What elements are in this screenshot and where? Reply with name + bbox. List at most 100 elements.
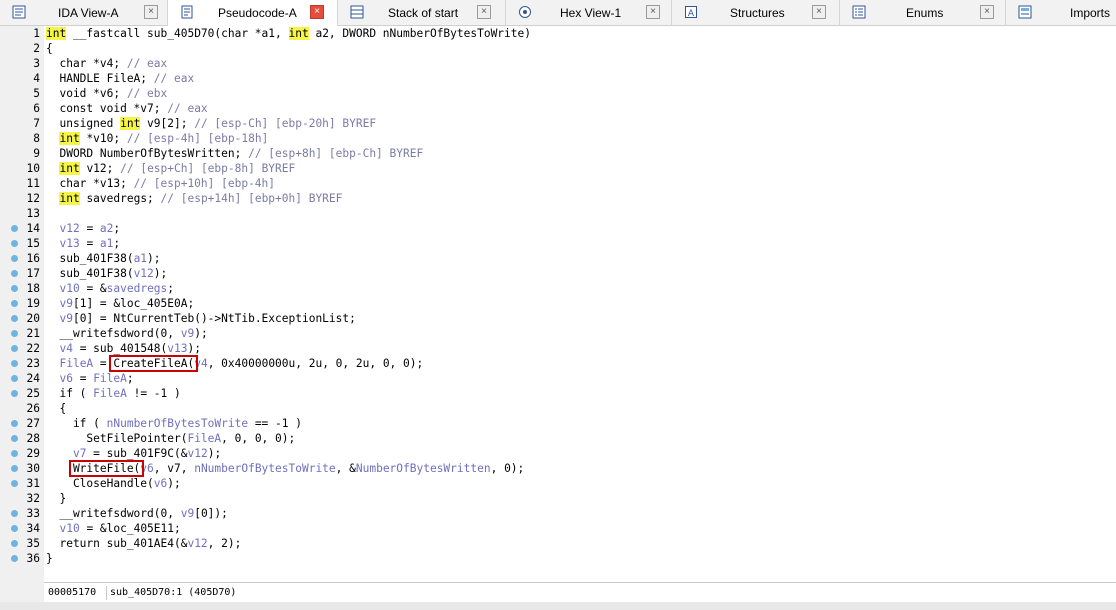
tab-enums[interactable]: Enums × [840,0,1006,26]
code-line[interactable]: 21 __writefsdword(0, v9); [0,326,1116,341]
code-text[interactable]: const void *v7; // eax [46,101,207,116]
code-text[interactable]: unsigned int v9[2]; // [esp-Ch] [ebp-20h… [46,116,376,131]
code-text[interactable]: v9[1] = &loc_405E0A; [46,296,194,311]
tab-structures[interactable]: A Structures × [672,0,840,26]
code-line[interactable]: 34 v10 = &loc_405E11; [0,521,1116,536]
close-tab-icon[interactable]: × [980,5,994,19]
code-line[interactable]: 20 v9[0] = NtCurrentTeb()->NtTib.Excepti… [0,311,1116,326]
code-line[interactable]: 28 SetFilePointer(FileA, 0, 0, 0); [0,431,1116,446]
code-text[interactable]: } [46,551,53,566]
tab-hex-view-1[interactable]: Hex View-1 × [506,0,672,26]
code-text[interactable]: __writefsdword(0, v9); [46,326,207,341]
breakpoint-dot-icon[interactable] [11,375,18,382]
code-text[interactable]: DWORD NumberOfBytesWritten; // [esp+8h] … [46,146,423,161]
code-line[interactable]: 29 v7 = sub_401F9C(&v12); [0,446,1116,461]
code-line[interactable]: 10 int v12; // [esp+Ch] [ebp-8h] BYREF [0,161,1116,176]
code-text[interactable]: if ( FileA != -1 ) [46,386,180,401]
close-tab-icon[interactable]: × [477,5,491,19]
code-line[interactable]: 11 char *v13; // [esp+10h] [ebp-4h] [0,176,1116,191]
code-line[interactable]: 32 } [0,491,1116,506]
close-tab-icon[interactable]: × [144,5,158,19]
code-line[interactable]: 30 WriteFile(v6, v7, nNumberOfBytesToWri… [0,461,1116,476]
breakpoint-dot-icon[interactable] [11,345,18,352]
code-line[interactable]: 9 DWORD NumberOfBytesWritten; // [esp+8h… [0,146,1116,161]
breakpoint-dot-icon[interactable] [11,225,18,232]
code-line[interactable]: 2{ [0,41,1116,56]
code-line[interactable]: 25 if ( FileA != -1 ) [0,386,1116,401]
code-line[interactable]: 13 [0,206,1116,221]
breakpoint-dot-icon[interactable] [11,270,18,277]
code-text[interactable]: v7 = sub_401F9C(&v12); [46,446,221,461]
tab-pseudocode-a[interactable]: Pseudocode-A × [168,0,338,27]
breakpoint-dot-icon[interactable] [11,240,18,247]
code-text[interactable]: sub_401F38(v12); [46,266,167,281]
code-text[interactable]: v6 = FileA; [46,371,133,386]
code-line[interactable]: 3 char *v4; // eax [0,56,1116,71]
code-line[interactable]: 18 v10 = &savedregs; [0,281,1116,296]
code-text[interactable]: v9[0] = NtCurrentTeb()->NtTib.ExceptionL… [46,311,355,326]
code-text[interactable]: void *v6; // ebx [46,86,167,101]
breakpoint-dot-icon[interactable] [11,480,18,487]
close-tab-icon[interactable]: × [812,5,826,19]
tab-imports[interactable]: Imports [1006,0,1116,26]
breakpoint-dot-icon[interactable] [11,540,18,547]
code-text[interactable]: SetFilePointer(FileA, 0, 0, 0); [46,431,295,446]
code-text[interactable]: if ( nNumberOfBytesToWrite == -1 ) [46,416,302,431]
code-line[interactable]: 1 int __fastcall sub_405D70(char *a1, int… [0,26,1116,41]
code-text[interactable]: { [46,401,66,416]
code-line[interactable]: 22 v4 = sub_401548(v13); [0,341,1116,356]
code-text[interactable]: int *v10; // [esp-4h] [ebp-18h] [46,131,268,146]
code-line[interactable]: 15 v13 = a1; [0,236,1116,251]
code-text[interactable]: v13 = a1; [46,236,120,251]
code-line[interactable]: 6 const void *v7; // eax [0,101,1116,116]
code-text[interactable]: v10 = &savedregs; [46,281,174,296]
close-tab-icon[interactable]: × [646,5,660,19]
code-line[interactable]: 27 if ( nNumberOfBytesToWrite == -1 ) [0,416,1116,431]
code-text[interactable]: return sub_401AE4(&v12, 2); [46,536,241,551]
code-text[interactable]: } [46,491,66,506]
code-line[interactable]: 7 unsigned int v9[2]; // [esp-Ch] [ebp-2… [0,116,1116,131]
code-line[interactable]: 4 HANDLE FileA; // eax [0,71,1116,86]
tab-ida-view-a[interactable]: IDA View-A × [0,0,168,26]
code-line[interactable]: 36} [0,551,1116,566]
breakpoint-dot-icon[interactable] [11,420,18,427]
breakpoint-dot-icon[interactable] [11,450,18,457]
code-text[interactable]: int savedregs; // [esp+14h] [ebp+0h] BYR… [46,191,342,206]
code-text[interactable]: v12 = a2; [46,221,120,236]
code-text[interactable]: int __fastcall sub_405D70(char *a1, int … [46,26,531,41]
code-text[interactable]: v10 = &loc_405E11; [46,521,180,536]
close-tab-icon[interactable]: × [310,5,324,19]
breakpoint-dot-icon[interactable] [11,330,18,337]
code-line[interactable]: 5 void *v6; // ebx [0,86,1116,101]
breakpoint-dot-icon[interactable] [11,435,18,442]
code-line[interactable]: 24 v6 = FileA; [0,371,1116,386]
code-line[interactable]: 16 sub_401F38(a1); [0,251,1116,266]
code-line[interactable]: 31 CloseHandle(v6); [0,476,1116,491]
pseudocode-editor[interactable]: 1 int __fastcall sub_405D70(char *a1, int… [0,26,1116,582]
code-text[interactable]: sub_401F38(a1); [46,251,160,266]
breakpoint-dot-icon[interactable] [11,315,18,322]
breakpoint-dot-icon[interactable] [11,390,18,397]
code-line[interactable]: 33 __writefsdword(0, v9[0]); [0,506,1116,521]
breakpoint-dot-icon[interactable] [11,360,18,367]
code-text[interactable]: CloseHandle(v6); [46,476,181,491]
code-line[interactable]: 8 int *v10; // [esp-4h] [ebp-18h] [0,131,1116,146]
code-line[interactable]: 12 int savedregs; // [esp+14h] [ebp+0h] … [0,191,1116,206]
code-text[interactable]: HANDLE FileA; // eax [46,71,194,86]
code-text[interactable]: __writefsdword(0, v9[0]); [46,506,227,521]
breakpoint-dot-icon[interactable] [11,285,18,292]
breakpoint-dot-icon[interactable] [11,255,18,262]
code-text[interactable]: FileA = CreateFileA(v4, 0x40000000u, 2u,… [46,356,423,371]
tab-stack-of-start[interactable]: Stack of start × [338,0,506,26]
code-text[interactable]: int v12; // [esp+Ch] [ebp-8h] BYREF [46,161,295,176]
code-text[interactable]: char *v4; // eax [46,56,167,71]
code-line[interactable]: 14 v12 = a2; [0,221,1116,236]
code-text[interactable]: char *v13; // [esp+10h] [ebp-4h] [46,176,275,191]
code-line[interactable]: 17 sub_401F38(v12); [0,266,1116,281]
breakpoint-dot-icon[interactable] [11,555,18,562]
code-line[interactable]: 26 { [0,401,1116,416]
breakpoint-dot-icon[interactable] [11,300,18,307]
code-text[interactable]: v4 = sub_401548(v13); [46,341,200,356]
breakpoint-dot-icon[interactable] [11,465,18,472]
code-line[interactable]: 19 v9[1] = &loc_405E0A; [0,296,1116,311]
